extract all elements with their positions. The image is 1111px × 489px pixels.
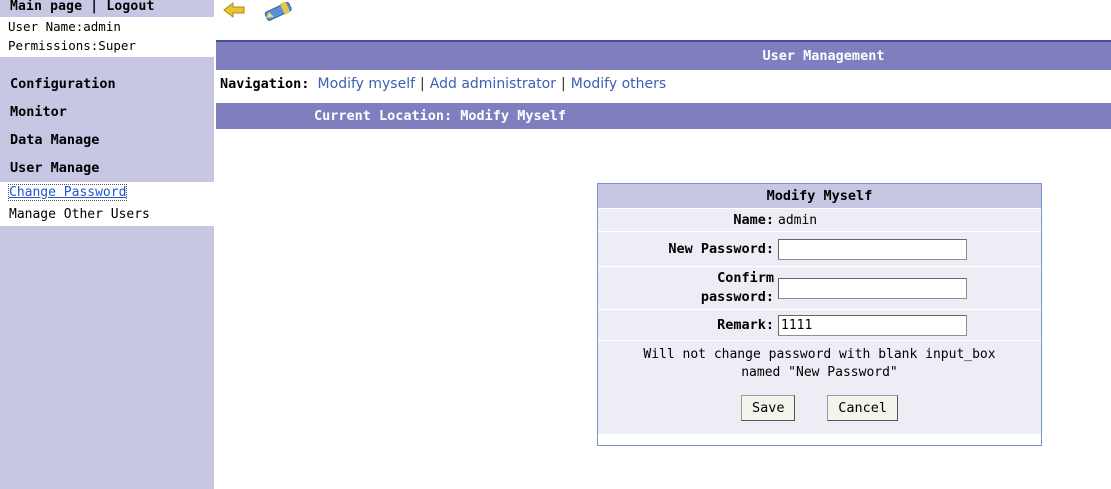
top-nav: Main page | Logout — [0, 0, 214, 17]
user-info: User Name:admin Permissions:Super — [0, 17, 214, 57]
submenu-item-change-password[interactable]: Change Password — [0, 182, 214, 204]
sidebar-item-data-manage[interactable]: Data Manage — [0, 126, 214, 154]
confirm-label-line2: password: — [700, 289, 774, 305]
nav-separator: | — [561, 76, 566, 92]
user-name-text: User Name:admin — [8, 19, 121, 34]
permissions-text: Permissions:Super — [8, 38, 136, 53]
pencil-edit-icon[interactable] — [262, 0, 302, 26]
cancel-button[interactable]: Cancel — [827, 395, 899, 421]
current-location-text: Current Location: Modify Myself — [314, 108, 566, 124]
change-password-label[interactable]: Change Password — [7, 184, 128, 201]
form-row-new-password: New Password: — [598, 231, 1041, 266]
sidebar: Main page | Logout User Name:admin Permi… — [0, 0, 214, 489]
new-password-label: New Password: — [668, 241, 774, 257]
back-arrow-icon[interactable] — [222, 1, 248, 26]
form-title: Modify Myself — [598, 184, 1041, 208]
current-location-bar: Current Location: Modify Myself — [216, 103, 1111, 129]
confirm-label-line1: Confirm — [717, 270, 774, 286]
sidebar-item-user-manage[interactable]: User Manage — [0, 154, 214, 182]
form-buttons: Save Cancel — [598, 386, 1041, 434]
submenu-item-manage-other-users[interactable]: Manage Other Users — [0, 204, 214, 226]
nav-link-modify-others[interactable]: Modify others — [571, 76, 666, 92]
name-label: Name: — [733, 212, 774, 228]
navigation-label: Navigation: — [220, 76, 310, 92]
form-note: Will not change password with blank inpu… — [598, 340, 1041, 386]
remark-label: Remark: — [717, 317, 774, 333]
sidebar-menu: Configuration Monitor Data Manage User M… — [0, 70, 214, 182]
sidebar-item-configuration[interactable]: Configuration — [0, 70, 214, 98]
modify-myself-form: Modify Myself Name: admin New Password: … — [597, 183, 1042, 446]
logout-link[interactable]: Logout — [106, 0, 154, 14]
confirm-password-label: Confirm password: — [598, 269, 778, 307]
toolbar — [214, 0, 1111, 36]
page-title-bar: User Management — [216, 40, 1111, 70]
nav-link-add-administrator[interactable]: Add administrator — [430, 76, 556, 92]
nav-link-modify-myself[interactable]: Modify myself — [318, 76, 416, 92]
user-manage-submenu: Change Password Manage Other Users — [0, 182, 214, 226]
remark-field[interactable] — [778, 314, 967, 336]
save-button[interactable]: Save — [740, 395, 796, 421]
page-title: User Management — [762, 48, 885, 64]
form-row-name: Name: admin — [598, 208, 1041, 231]
main-page-link[interactable]: Main page — [10, 0, 82, 14]
top-nav-divider: | — [90, 0, 99, 14]
sidebar-item-monitor[interactable]: Monitor — [0, 98, 214, 126]
navigation-bar: Navigation: Modify myself | Add administra… — [216, 70, 1111, 99]
form-row-confirm-password: Confirm password: — [598, 266, 1041, 309]
name-value: admin — [778, 212, 818, 228]
form-row-remark: Remark: — [598, 309, 1041, 340]
confirm-password-field[interactable] — [778, 277, 967, 299]
note-line-2: named "New Password" — [741, 365, 898, 380]
nav-separator: | — [420, 76, 425, 92]
new-password-field[interactable] — [778, 238, 967, 260]
note-line-1: Will not change password with blank inpu… — [643, 347, 996, 362]
